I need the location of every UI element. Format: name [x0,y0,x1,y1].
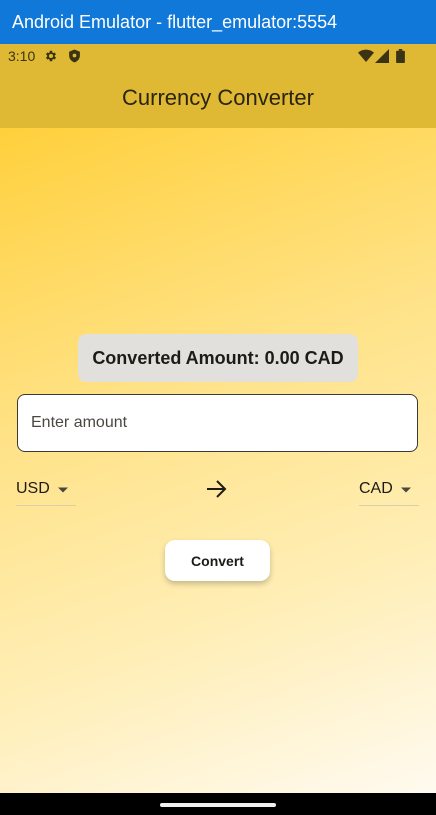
navigation-bar [0,793,436,815]
to-currency-dropdown[interactable]: CAD [359,474,419,506]
converted-amount-label: Converted Amount: 0.00 CAD [78,334,358,382]
from-currency-dropdown[interactable]: USD [16,474,76,506]
dropdown-caret-icon [57,474,68,504]
status-bar: 3:10 [0,44,436,68]
amount-input[interactable] [17,394,418,452]
dropdown-caret-icon [400,474,411,504]
convert-button[interactable]: Convert [165,540,270,581]
shield-icon [68,49,81,66]
home-gesture-handle[interactable] [160,803,276,807]
arrow-right-icon [206,479,228,503]
converter-body: Converted Amount: 0.00 CAD USD CAD Conve… [0,128,436,793]
to-currency-value: CAD [359,480,393,498]
status-time: 3:10 [8,48,36,64]
app-title: Currency Converter [122,85,314,110]
signal-icon [375,49,389,66]
wifi-icon [358,49,374,66]
settings-icon [44,49,58,66]
battery-icon [396,49,405,66]
emulator-window-title: Android Emulator - flutter_emulator:5554 [0,0,436,44]
app-bar: Currency Converter [0,68,436,128]
from-currency-value: USD [16,480,50,498]
